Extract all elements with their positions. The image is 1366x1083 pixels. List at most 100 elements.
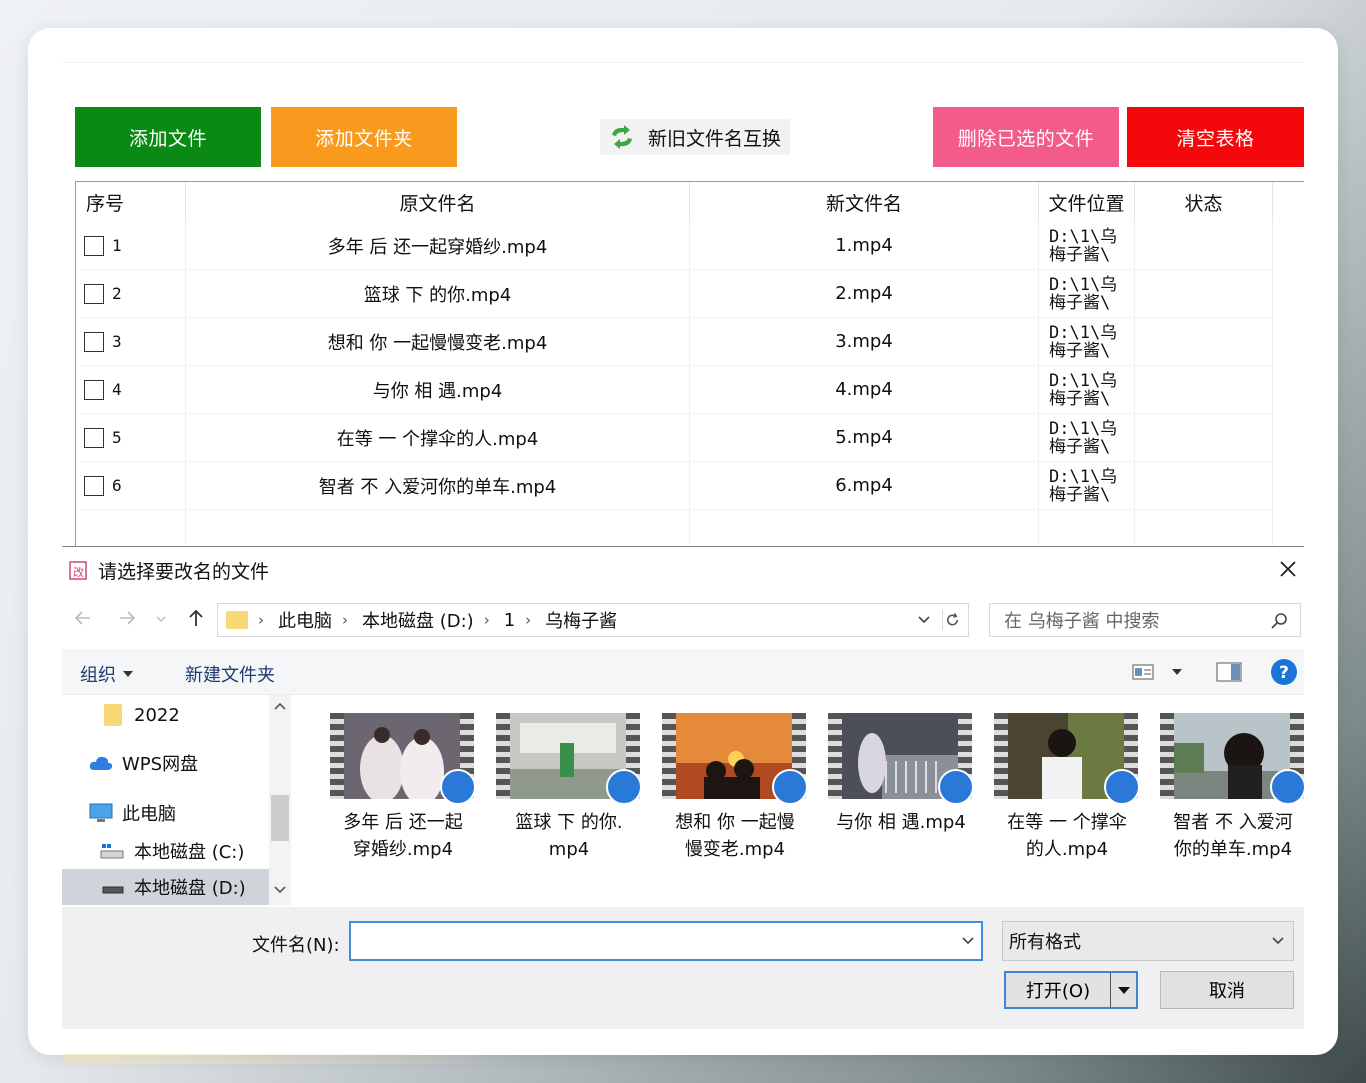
refresh-icon[interactable]	[942, 610, 962, 630]
computer-icon	[89, 803, 113, 822]
help-icon[interactable]: ?	[1270, 658, 1298, 686]
table-row[interactable]: 5 在等 一 个撑伞的人.mp4 5.mp4 D:\1\乌 梅子酱\	[76, 414, 1304, 462]
row-checkbox[interactable]	[84, 379, 104, 400]
header-seq[interactable]: 序号	[76, 182, 186, 222]
caret-down-icon[interactable]	[1170, 667, 1184, 677]
row-checkbox[interactable]	[84, 427, 104, 448]
row-status	[1135, 222, 1273, 270]
scroll-up-icon[interactable]	[274, 701, 286, 711]
address-bar[interactable]: › 此电脑 › 本地磁盘 (D:) › 1 › 乌梅子酱	[217, 603, 969, 637]
caret-down-icon	[1117, 987, 1130, 994]
add-folder-button[interactable]: 添加文件夹	[271, 107, 457, 167]
breadcrumb-this-pc[interactable]: 此电脑	[278, 607, 332, 633]
dialog-footer: 文件名(N): 所有格式 打开(O) 取消	[62, 907, 1304, 1029]
command-bar: 组织 新建文件夹 ?	[62, 649, 1304, 695]
row-checkbox[interactable]	[84, 331, 104, 352]
dialog-titlebar: 改 请选择要改名的文件	[62, 547, 1304, 593]
file-name: 在等 一 个撑伞 的人.mp4	[1007, 812, 1127, 860]
row-location: D:\1\乌 梅子酱\	[1039, 414, 1135, 462]
folder-icon	[226, 611, 248, 629]
table-row[interactable]: 3 想和 你 一起慢慢变老.mp4 3.mp4 D:\1\乌 梅子酱\	[76, 318, 1304, 366]
file-type-select[interactable]: 所有格式	[1002, 921, 1294, 961]
search-input[interactable]: 在 乌梅子酱 中搜索	[989, 603, 1301, 637]
row-original-name: 想和 你 一起慢慢变老.mp4	[186, 318, 690, 366]
breadcrumb-drive-d[interactable]: 本地磁盘 (D:)	[362, 607, 474, 633]
file-item[interactable]: 篮球 下 的你. mp4	[494, 707, 654, 867]
breadcrumb-folder-1[interactable]: 1	[504, 610, 515, 631]
row-checkbox[interactable]	[84, 235, 104, 256]
table-row[interactable]: 2 篮球 下 的你.mp4 2.mp4 D:\1\乌 梅子酱\	[76, 270, 1304, 318]
nav-scrollbar[interactable]	[269, 695, 291, 905]
row-checkbox[interactable]	[84, 283, 104, 304]
nav-item-drive-c[interactable]: 本地磁盘 (C:)	[62, 833, 269, 869]
row-status	[1135, 462, 1273, 510]
new-folder-button[interactable]: 新建文件夹	[185, 661, 275, 687]
file-open-dialog: 改 请选择要改名的文件 › 此电脑 › 本地磁盘 (D:) › 1 › 乌梅子酱…	[62, 546, 1306, 1029]
close-icon[interactable]	[1278, 559, 1298, 579]
delete-selected-button[interactable]: 删除已选的文件	[933, 107, 1119, 167]
table-row[interactable]: 1 多年 后 还一起穿婚纱.mp4 1.mp4 D:\1\乌 梅子酱\	[76, 222, 1304, 270]
header-new-name[interactable]: 新文件名	[690, 182, 1039, 222]
breadcrumb-current[interactable]: 乌梅子酱	[545, 607, 617, 633]
row-new-name: 2.mp4	[690, 270, 1039, 318]
nav-item-label: 此电脑	[122, 804, 176, 825]
video-player-icon	[1104, 769, 1140, 805]
row-original-name: 与你 相 遇.mp4	[186, 366, 690, 414]
filename-label: 文件名(N):	[252, 935, 340, 956]
file-name: 想和 你 一起慢 慢变老.mp4	[675, 812, 795, 860]
nav-item-wps-cloud[interactable]: WPS网盘	[62, 745, 269, 781]
cancel-button[interactable]: 取消	[1160, 971, 1294, 1009]
dialog-title: 请选择要改名的文件	[98, 560, 270, 583]
nav-item-2022[interactable]: 2022	[62, 697, 269, 733]
video-player-icon	[606, 769, 642, 805]
up-arrow-icon[interactable]	[185, 607, 207, 629]
forward-arrow-icon[interactable]	[116, 607, 138, 629]
file-item[interactable]: 智者 不 入爱河 你的单车.mp4	[1158, 707, 1318, 867]
recent-dropdown-icon[interactable]	[154, 607, 168, 629]
row-seq: 4	[112, 380, 122, 399]
file-item[interactable]: 与你 相 遇.mp4	[826, 707, 986, 867]
file-list: 多年 后 还一起 穿婚纱.mp4 篮球 下 的你. mp4 想和 你 一起慢 慢…	[328, 707, 1306, 907]
row-seq: 1	[112, 236, 122, 255]
nav-item-drive-d[interactable]: 本地磁盘 (D:)	[62, 869, 269, 905]
scroll-down-icon[interactable]	[274, 885, 286, 895]
header-location[interactable]: 文件位置	[1039, 182, 1135, 222]
add-file-button[interactable]: 添加文件	[75, 107, 261, 167]
back-arrow-icon[interactable]	[72, 607, 94, 629]
file-item[interactable]: 想和 你 一起慢 慢变老.mp4	[660, 707, 820, 867]
nav-item-this-pc[interactable]: 此电脑	[62, 795, 269, 831]
clear-table-button[interactable]: 清空表格	[1127, 107, 1304, 167]
row-location: D:\1\乌 梅子酱\	[1039, 318, 1135, 366]
open-options-dropdown[interactable]	[1110, 973, 1136, 1007]
table-row[interactable]: 4 与你 相 遇.mp4 4.mp4 D:\1\乌 梅子酱\	[76, 366, 1304, 414]
chevron-right-icon[interactable]: ›	[484, 611, 490, 629]
search-placeholder: 在 乌梅子酱 中搜索	[1004, 611, 1160, 632]
address-row: › 此电脑 › 本地磁盘 (D:) › 1 › 乌梅子酱 在 乌梅子酱 中搜索	[62, 597, 1304, 641]
view-options-icon[interactable]	[1132, 663, 1156, 681]
scrollbar-thumb[interactable]	[271, 795, 289, 841]
row-new-name: 3.mp4	[690, 318, 1039, 366]
table-row[interactable]: 6 智者 不 入爱河你的单车.mp4 6.mp4 D:\1\乌 梅子酱\	[76, 462, 1304, 510]
nav-item-label: 本地磁盘 (D:)	[134, 878, 246, 899]
search-icon[interactable]	[1270, 612, 1288, 630]
row-status	[1135, 414, 1273, 462]
preview-pane-icon[interactable]	[1216, 661, 1242, 683]
header-original-name[interactable]: 原文件名	[186, 182, 690, 222]
chevron-right-icon[interactable]: ›	[258, 611, 264, 629]
organize-menu[interactable]: 组织	[80, 661, 134, 687]
open-button[interactable]: 打开(O)	[1004, 971, 1138, 1009]
chevron-right-icon[interactable]: ›	[342, 611, 348, 629]
header-status[interactable]: 状态	[1135, 182, 1273, 222]
chevron-down-icon[interactable]	[916, 612, 932, 628]
swap-names-label: 新旧文件名互换	[648, 127, 782, 150]
filename-input[interactable]	[349, 921, 983, 961]
chevron-down-icon[interactable]	[961, 934, 975, 948]
nav-item-label: 2022	[134, 704, 180, 726]
chevron-right-icon[interactable]: ›	[525, 611, 531, 629]
swap-names-button[interactable]: 新旧文件名互换	[600, 119, 790, 155]
row-checkbox[interactable]	[84, 475, 104, 496]
organize-label: 组织	[80, 665, 116, 686]
file-item[interactable]: 多年 后 还一起 穿婚纱.mp4	[328, 707, 488, 867]
row-new-name: 4.mp4	[690, 366, 1039, 414]
file-item[interactable]: 在等 一 个撑伞 的人.mp4	[992, 707, 1152, 867]
